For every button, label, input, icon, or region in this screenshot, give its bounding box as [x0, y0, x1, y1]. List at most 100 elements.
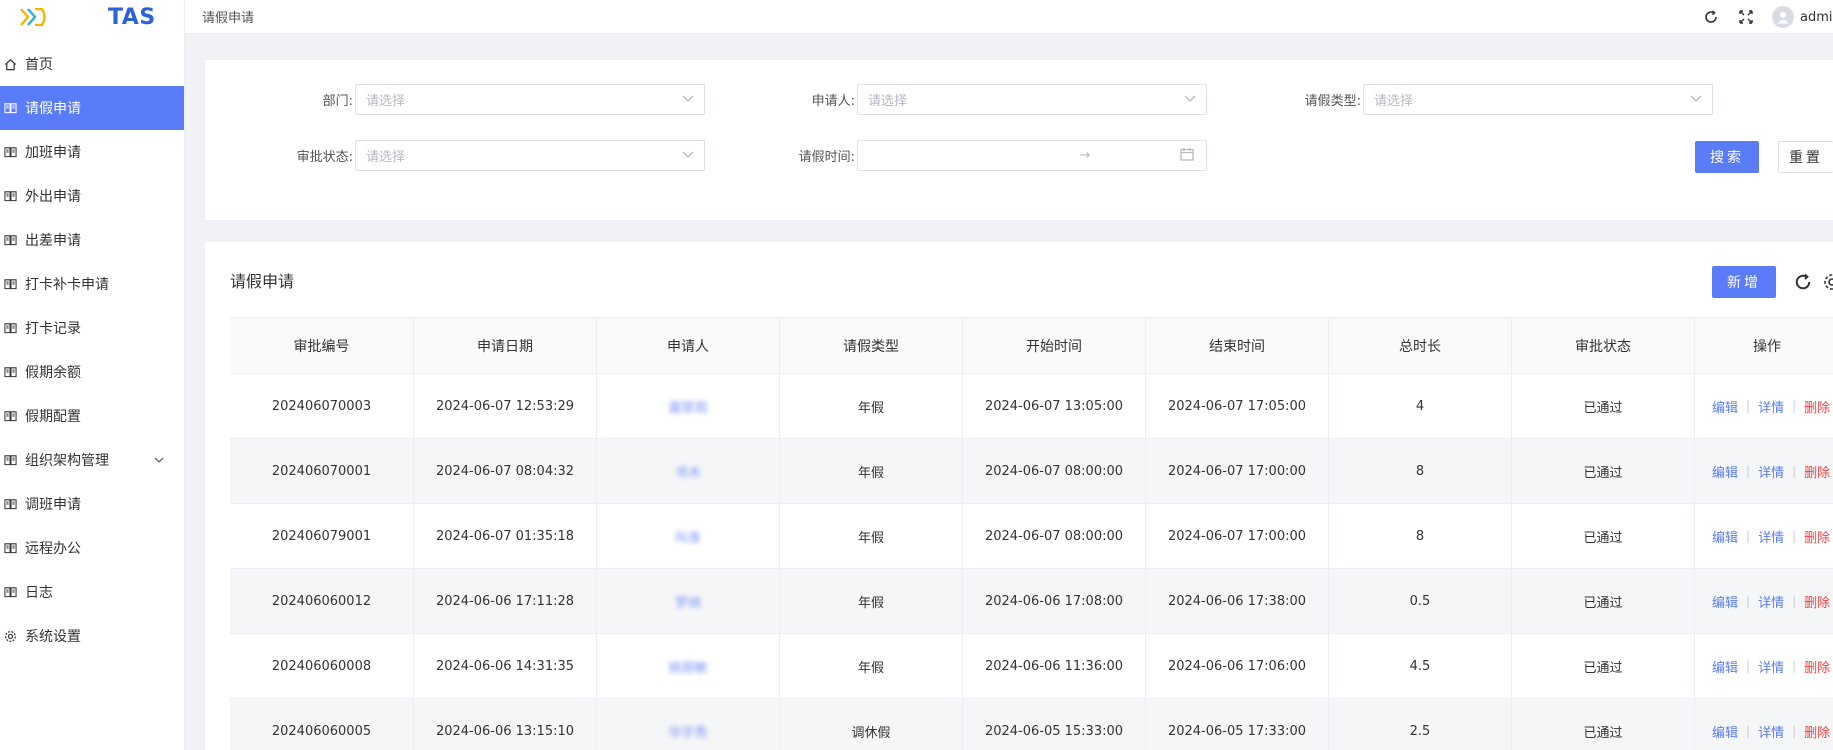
divider: | — [1746, 399, 1751, 413]
cell-type: 年假 — [779, 569, 962, 633]
breadcrumb: 请假申请 — [202, 11, 255, 26]
cell-text: 调休假 — [851, 725, 891, 741]
cell-text: 年假 — [857, 660, 884, 676]
column-header: 审批编号 — [293, 338, 350, 355]
cell-start: 2024-06-05 15:33:00 — [962, 699, 1145, 750]
sidebar-item-6[interactable]: 打卡记录 — [0, 306, 184, 350]
status-select[interactable]: 请选择 — [355, 140, 705, 171]
cell-text: 4.5 — [1409, 658, 1431, 674]
cell-applicant: 姚丽敏 — [596, 634, 779, 698]
edit-link[interactable]: 编辑 — [1712, 527, 1738, 546]
user-name[interactable]: admin — [1800, 10, 1833, 25]
settings-icon[interactable] — [1822, 272, 1833, 296]
applicant-link[interactable]: 书木 — [675, 462, 701, 481]
detail-link[interactable]: 详情 — [1758, 527, 1784, 546]
delete-link[interactable]: 删除 — [1804, 722, 1830, 741]
cell-id: 202406079001 — [230, 504, 413, 568]
sidebar-item-10[interactable]: 调班申请 — [0, 482, 184, 526]
sidebar-item-0[interactable]: 首页 — [0, 42, 184, 86]
applicant-link[interactable]: 华宇秀 — [668, 722, 707, 741]
book-icon — [3, 497, 17, 511]
cell-text: 8 — [1415, 463, 1425, 479]
user-avatar-icon[interactable] — [1772, 6, 1794, 28]
cell-start: 2024-06-07 08:00:00 — [962, 504, 1145, 568]
table-row: 202406070003 2024-06-07 12:53:29 嘉禁观 年假 2024… — [230, 374, 1833, 439]
edit-link[interactable]: 编辑 — [1712, 462, 1738, 481]
cell-text: 2024-06-06 11:36:00 — [984, 658, 1124, 674]
status-label: 审批状态: — [296, 150, 353, 165]
add-button[interactable]: 新增 — [1712, 266, 1776, 298]
chevron-down-icon — [1690, 92, 1702, 107]
chevron-down-icon — [1184, 92, 1196, 107]
cell-end: 2024-06-05 17:33:00 — [1145, 699, 1328, 750]
search-button[interactable]: 搜索 — [1695, 141, 1759, 173]
date-range-picker[interactable]: → — [857, 140, 1207, 171]
cell-text: 202406070003 — [271, 398, 372, 414]
sidebar-item-1[interactable]: 请假申请 — [0, 86, 184, 130]
cell-duration: 8 — [1328, 504, 1511, 568]
cell-text: 2024-06-06 17:06:00 — [1167, 658, 1307, 674]
cell-text: 202406060008 — [271, 658, 372, 674]
book-icon — [3, 101, 17, 115]
cell-status: 已通过 — [1511, 634, 1694, 698]
applicant-link[interactable]: 叫身 — [675, 527, 701, 546]
applicant-link[interactable]: 姚丽敏 — [668, 657, 707, 676]
sidebar-item-3[interactable]: 外出申请 — [0, 174, 184, 218]
leave-type-select[interactable]: 请选择 — [1363, 84, 1713, 115]
sidebar-item-7[interactable]: 假期余额 — [0, 350, 184, 394]
sidebar-item-label: 远程办公 — [25, 541, 81, 557]
sidebar-item-9[interactable]: 组织架构管理 — [0, 438, 184, 482]
detail-link[interactable]: 详情 — [1758, 722, 1784, 741]
cell-text: 202406070001 — [271, 463, 372, 479]
applicant-select[interactable]: 请选择 — [857, 84, 1207, 115]
edit-link[interactable]: 编辑 — [1712, 657, 1738, 676]
detail-link[interactable]: 详情 — [1758, 397, 1784, 416]
delete-link[interactable]: 删除 — [1804, 462, 1830, 481]
delete-link[interactable]: 删除 — [1804, 527, 1830, 546]
cell-actions: 编辑 | 详情 | 删除 — [1694, 569, 1833, 633]
edit-link[interactable]: 编辑 — [1712, 722, 1738, 741]
detail-link[interactable]: 详情 — [1758, 657, 1784, 676]
sidebar-item-13[interactable]: 系统设置 — [0, 614, 184, 658]
sidebar-item-label: 首页 — [25, 57, 53, 73]
detail-link[interactable]: 详情 — [1758, 462, 1784, 481]
book-icon — [3, 145, 17, 159]
fullscreen-icon[interactable] — [1737, 8, 1755, 26]
sidebar-item-8[interactable]: 假期配置 — [0, 394, 184, 438]
cell-actions: 编辑 | 详情 | 删除 — [1694, 374, 1833, 438]
refresh-icon[interactable] — [1702, 8, 1720, 26]
cell-text: 2024-06-06 14:31:35 — [435, 658, 575, 674]
cell-duration: 4 — [1328, 374, 1511, 438]
cell-applicant: 华宇秀 — [596, 699, 779, 750]
cell-text: 2.5 — [1409, 723, 1431, 739]
sidebar-item-4[interactable]: 出差申请 — [0, 218, 184, 262]
cell-status: 已通过 — [1511, 699, 1694, 750]
sidebar-item-12[interactable]: 日志 — [0, 570, 184, 614]
table-header-row: 审批编号 申请日期 申请人 请假类型 开始时间 结束时间 总时长 审批状态 操作 — [230, 318, 1833, 374]
delete-link[interactable]: 删除 — [1804, 397, 1830, 416]
sidebar-item-5[interactable]: 打卡补卡申请 — [0, 262, 184, 306]
reset-button[interactable]: 重置 — [1778, 141, 1833, 173]
delete-link[interactable]: 删除 — [1804, 592, 1830, 611]
cell-text: 年假 — [857, 530, 884, 546]
edit-link[interactable]: 编辑 — [1712, 592, 1738, 611]
column-header: 开始时间 — [962, 318, 1145, 373]
refresh-table-icon[interactable] — [1793, 272, 1813, 296]
sidebar-item-2[interactable]: 加班申请 — [0, 130, 184, 174]
dept-select[interactable]: 请选择 — [355, 84, 705, 115]
applicant-link[interactable]: 罗纳 — [675, 592, 701, 611]
cell-end: 2024-06-07 17:05:00 — [1145, 374, 1328, 438]
table-row: 202406060005 2024-06-06 13:15:10 华宇秀 调休假 202… — [230, 699, 1833, 750]
sidebar-item-label: 组织架构管理 — [25, 453, 109, 469]
sidebar-menu: 首页请假申请 加班申请 外出申请 出差申请 打卡补卡申请 打卡记录 假期余额 假期配置组织架构… — [0, 42, 184, 658]
sidebar-item-label: 调班申请 — [25, 497, 81, 513]
applicant-link[interactable]: 嘉禁观 — [668, 397, 707, 416]
book-icon — [3, 277, 17, 291]
edit-link[interactable]: 编辑 — [1712, 397, 1738, 416]
chevron-down-icon — [682, 92, 694, 107]
sidebar-item-11[interactable]: 远程办公 — [0, 526, 184, 570]
detail-link[interactable]: 详情 — [1758, 592, 1784, 611]
cell-text: 年假 — [857, 465, 884, 481]
delete-link[interactable]: 删除 — [1804, 657, 1830, 676]
cell-status: 已通过 — [1511, 569, 1694, 633]
